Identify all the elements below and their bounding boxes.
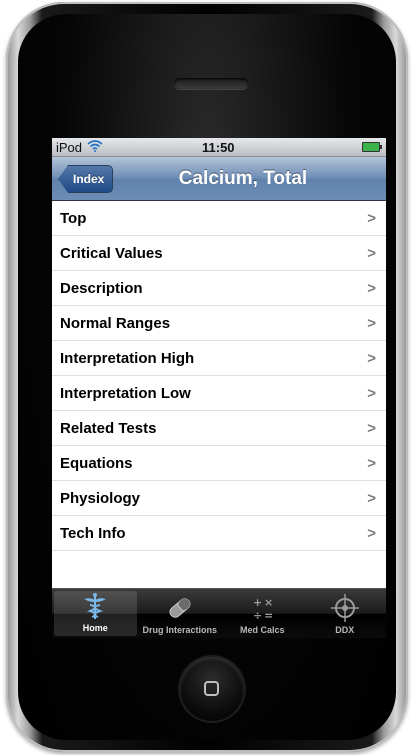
svg-text:÷: ÷ xyxy=(253,609,262,622)
list-item[interactable]: Equations > xyxy=(52,446,386,481)
tab-label: Drug Interactions xyxy=(142,625,217,635)
chevron-right-icon: > xyxy=(367,419,376,437)
chevron-right-icon: > xyxy=(367,279,376,297)
chevron-right-icon: > xyxy=(367,209,376,227)
list-item-label: Description xyxy=(60,279,143,297)
earpiece-speaker xyxy=(174,78,248,89)
chevron-right-icon: > xyxy=(367,384,376,402)
list-item[interactable]: Interpretation High > xyxy=(52,341,386,376)
navigation-bar: Calcium, Total Index xyxy=(52,157,386,201)
list-item[interactable]: Description > xyxy=(52,271,386,306)
svg-text:+: + xyxy=(253,596,262,609)
list-item-label: Top xyxy=(60,209,87,227)
list-item-label: Interpretation Low xyxy=(60,384,191,402)
svg-text:×: × xyxy=(264,596,273,609)
list-item-label: Equations xyxy=(60,454,133,472)
list-item-label: Tech Info xyxy=(60,524,126,542)
chevron-right-icon: > xyxy=(367,524,376,542)
tab-label: Med Calcs xyxy=(239,625,285,635)
list-item-label: Related Tests xyxy=(60,419,157,437)
tab-ddx[interactable]: DDX xyxy=(304,589,387,638)
tab-label: DDX xyxy=(335,625,355,635)
tab-bar: Home Drug Interactions + × ÷ = Med Calcs… xyxy=(52,588,386,638)
chevron-right-icon: > xyxy=(367,489,376,507)
home-button[interactable] xyxy=(180,657,244,721)
carrier-label: iPod xyxy=(56,139,83,155)
crosshair-icon xyxy=(330,593,360,623)
chevron-right-icon: > xyxy=(367,314,376,332)
list-item-label: Critical Values xyxy=(60,244,163,262)
list-item-label: Normal Ranges xyxy=(60,314,171,332)
list-item[interactable]: Physiology > xyxy=(52,481,386,516)
device-screen: iPod 11:50 Calcium, Total Index Top > Cri… xyxy=(52,138,386,638)
section-list: Top > Critical Values > Description > Norma… xyxy=(52,201,386,551)
status-time: 11:50 xyxy=(202,139,235,155)
back-button[interactable]: Index xyxy=(58,165,114,193)
calculator-icon: + × ÷ = xyxy=(247,593,277,623)
tab-label: Home xyxy=(82,623,108,633)
list-item-label: Interpretation High xyxy=(60,349,195,367)
tab-med-calcs[interactable]: + × ÷ = Med Calcs xyxy=(221,589,304,638)
list-item[interactable]: Critical Values > xyxy=(52,236,386,271)
list-item[interactable]: Related Tests > xyxy=(52,411,386,446)
chevron-right-icon: > xyxy=(367,454,376,472)
list-item[interactable]: Interpretation Low > xyxy=(52,376,386,411)
svg-text:=: = xyxy=(264,609,273,622)
caduceus-icon xyxy=(80,591,110,621)
list-item[interactable]: Top > xyxy=(52,201,386,236)
list-item[interactable]: Tech Info > xyxy=(52,516,386,551)
list-item[interactable]: Normal Ranges > xyxy=(52,306,386,341)
status-bar: iPod 11:50 xyxy=(52,138,386,157)
tab-drug-interactions[interactable]: Drug Interactions xyxy=(139,589,222,638)
wifi-icon xyxy=(87,139,103,155)
chevron-right-icon: > xyxy=(367,349,376,367)
capsule-icon xyxy=(165,593,195,623)
home-square-icon xyxy=(204,681,219,696)
ipod-device-frame: iPod 11:50 Calcium, Total Index Top > Cri… xyxy=(6,2,408,752)
battery-icon xyxy=(362,142,382,152)
tab-home[interactable]: Home xyxy=(54,591,137,636)
chevron-right-icon: > xyxy=(367,244,376,262)
list-item-label: Physiology xyxy=(60,489,141,507)
